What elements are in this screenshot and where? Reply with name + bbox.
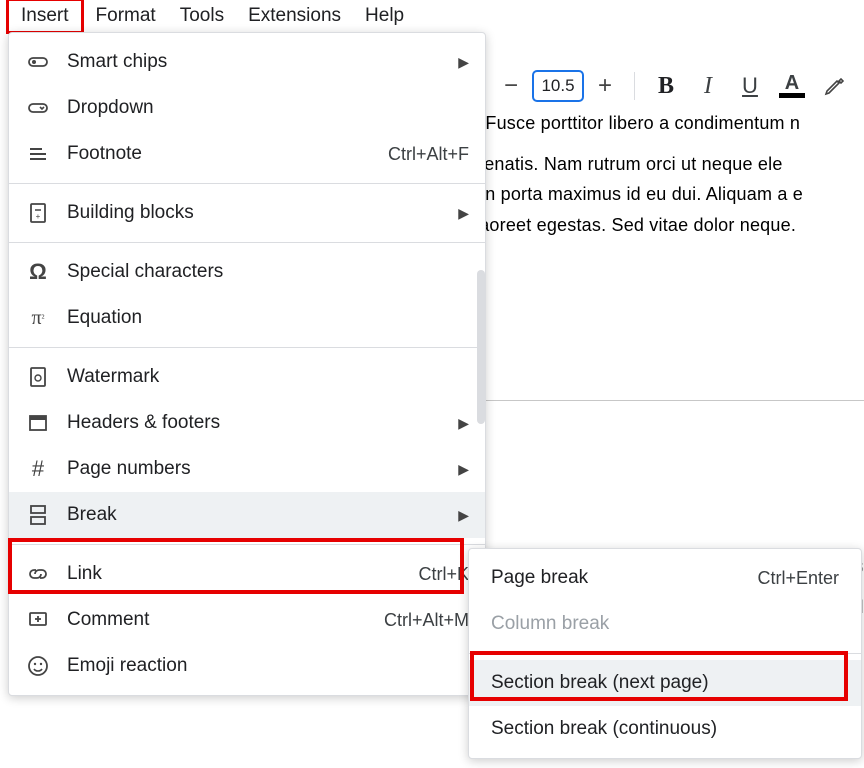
hash-icon: # [25,456,51,482]
menu-item-footnote[interactable]: Footnote Ctrl+Alt+F [9,131,485,177]
menu-item-smart-chips[interactable]: Smart chips ▶ [9,39,485,85]
insert-menu-dropdown: Smart chips ▶ Dropdown Footnote Ctrl+Alt… [8,32,486,696]
menu-label: Break [67,504,442,526]
footnote-icon [25,141,51,167]
highlight-color-button[interactable] [817,69,851,103]
menu-label: Link [67,563,402,585]
toolbar: − 10.5 + B I U A [490,62,864,110]
menu-item-emoji-reaction[interactable]: Emoji reaction [9,643,485,689]
underline-button[interactable]: U [733,69,767,103]
menu-label: Watermark [67,366,469,388]
menu-help[interactable]: Help [353,1,416,31]
comment-icon [25,607,51,633]
doc-line: . Fusce porttitor libero a condimentum n [475,108,864,139]
menu-label: Page break [491,567,743,589]
menu-divider [469,653,861,654]
menu-divider [9,544,485,545]
menu-label: Emoji reaction [67,655,469,677]
menu-label: Column break [491,613,839,635]
menu-tools[interactable]: Tools [168,1,236,31]
italic-button[interactable]: I [691,69,725,103]
menu-insert[interactable]: Insert [6,0,84,34]
break-icon [25,502,51,528]
menu-label: Dropdown [67,97,469,119]
svg-text:+: + [36,212,41,221]
menu-divider [9,242,485,243]
menu-extensions[interactable]: Extensions [236,1,353,31]
menu-label: Special characters [67,261,469,283]
menu-item-special-characters[interactable]: Ω Special characters [9,249,485,295]
font-size-input[interactable]: 10.5 [532,70,584,102]
break-submenu: Page break Ctrl+Enter Column break Secti… [468,548,862,759]
menu-label: Building blocks [67,202,442,224]
menu-divider [9,183,485,184]
font-size-decrease[interactable]: − [496,71,526,101]
equation-icon: π² [25,305,51,331]
menu-item-page-numbers[interactable]: # Page numbers ▶ [9,446,485,492]
chevron-right-icon: ▶ [458,507,469,524]
menu-item-headers-footers[interactable]: Headers & footers ▶ [9,400,485,446]
menu-item-link[interactable]: Link Ctrl+K [9,551,485,597]
menu-label: Page numbers [67,458,442,480]
smart-chips-icon [25,49,51,75]
menu-item-break[interactable]: Break ▶ [9,492,485,538]
menu-item-equation[interactable]: π² Equation [9,295,485,341]
building-blocks-icon: + [25,200,51,226]
chevron-right-icon: ▶ [458,205,469,222]
chevron-right-icon: ▶ [458,461,469,478]
menubar: Insert Format Tools Extensions Help [0,0,864,32]
menu-label: Comment [67,609,368,631]
bold-button[interactable]: B [649,69,683,103]
submenu-column-break: Column break [469,601,861,647]
submenu-page-break[interactable]: Page break Ctrl+Enter [469,555,861,601]
menu-label: Equation [67,307,469,329]
menu-label: Section break (continuous) [491,718,839,740]
scrollbar-thumb[interactable] [477,270,485,424]
menu-format[interactable]: Format [84,1,168,31]
chevron-right-icon: ▶ [458,415,469,432]
submenu-section-break-continuous[interactable]: Section break (continuous) [469,706,861,752]
omega-icon: Ω [25,259,51,285]
menu-item-comment[interactable]: Comment Ctrl+Alt+M [9,597,485,643]
menu-label: Section break (next page) [491,672,839,694]
menu-item-building-blocks[interactable]: + Building blocks ▶ [9,190,485,236]
submenu-section-break-next-page[interactable]: Section break (next page) [469,660,861,706]
link-icon [25,561,51,587]
menu-label: Footnote [67,143,372,165]
toolbar-separator [634,72,635,100]
menu-shortcut: Ctrl+Alt+M [384,610,469,631]
menu-item-dropdown[interactable]: Dropdown [9,85,485,131]
menu-label: Headers & footers [67,412,442,434]
watermark-icon [25,364,51,390]
doc-line: venatis. Nam rutrum orci ut neque ele en… [475,149,864,241]
font-size-increase[interactable]: + [590,71,620,101]
headers-footers-icon [25,410,51,436]
font-size-stepper: − 10.5 + [496,70,620,102]
emoji-icon [25,653,51,679]
menu-shortcut: Ctrl+Alt+F [388,144,469,165]
text-color-button[interactable]: A [775,69,809,103]
menu-item-watermark[interactable]: Watermark [9,354,485,400]
menu-shortcut: Ctrl+K [418,564,469,585]
menu-divider [9,347,485,348]
chevron-right-icon: ▶ [458,54,469,71]
page-separator [475,400,864,401]
menu-shortcut: Ctrl+Enter [757,568,839,589]
dropdown-icon [25,95,51,121]
menu-label: Smart chips [67,51,442,73]
